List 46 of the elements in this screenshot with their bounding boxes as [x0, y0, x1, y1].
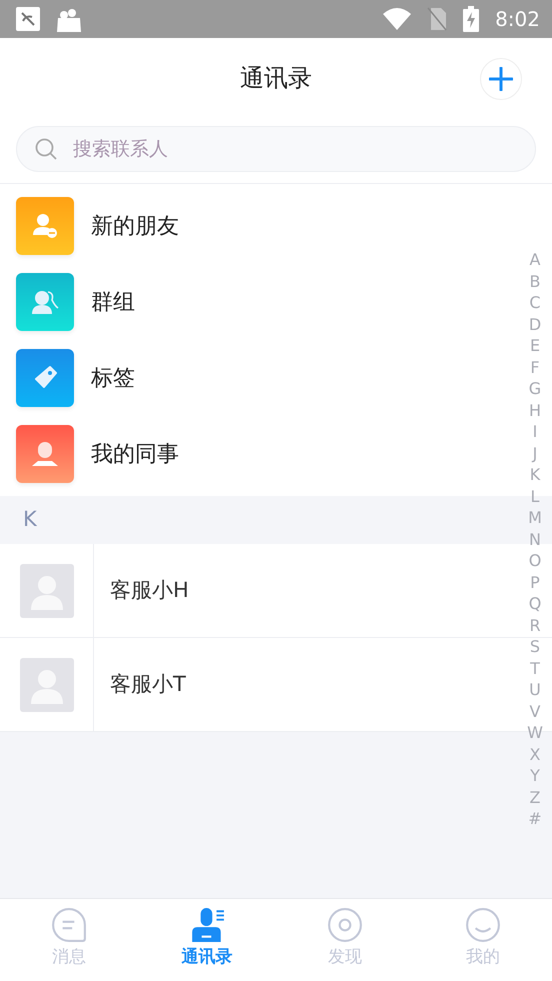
tab-me[interactable]: 我的 — [414, 899, 552, 981]
index-letter[interactable]: J — [527, 442, 543, 464]
index-letter[interactable]: D — [527, 314, 543, 335]
chat-bubble-icon — [51, 907, 87, 943]
index-letter[interactable]: M — [527, 507, 543, 528]
index-letter[interactable]: U — [527, 679, 543, 700]
index-letter[interactable]: Z — [527, 786, 543, 808]
tab-contacts[interactable]: 通讯录 — [138, 899, 276, 981]
index-letter[interactable]: P — [527, 572, 543, 593]
index-letter[interactable]: Y — [527, 765, 543, 786]
index-letter[interactable]: # — [527, 808, 543, 830]
index-letter[interactable]: T — [527, 658, 543, 679]
tab-messages[interactable]: 消息 — [0, 899, 138, 981]
battery-charging-icon — [463, 6, 480, 32]
index-letter[interactable]: G — [527, 378, 543, 400]
index-letter[interactable]: O — [527, 550, 543, 572]
tab-discover[interactable]: 发现 — [276, 899, 414, 981]
avatar-icon — [20, 658, 74, 712]
search-icon — [35, 138, 57, 160]
index-letter[interactable]: V — [527, 700, 543, 722]
index-letter[interactable]: S — [527, 636, 543, 658]
search-field[interactable]: 搜索联系人 — [16, 126, 536, 172]
smiley-icon — [465, 907, 501, 943]
section-letter: K — [23, 506, 37, 534]
no-sim-icon — [427, 7, 448, 31]
index-letter[interactable]: R — [527, 614, 543, 636]
index-letter[interactable]: Q — [527, 593, 543, 614]
page-title: 通讯录 — [240, 63, 312, 94]
target-icon — [327, 907, 363, 943]
index-letter[interactable]: F — [527, 356, 543, 378]
status-time: 8:02 — [495, 6, 540, 33]
wifi-icon — [383, 8, 412, 30]
index-letter[interactable]: X — [527, 744, 543, 765]
avatar-icon — [20, 564, 74, 618]
contact-card-icon — [189, 907, 225, 943]
index-letter[interactable]: K — [527, 464, 543, 486]
people-icon — [16, 273, 74, 331]
index-letter[interactable]: B — [527, 270, 543, 292]
add-button[interactable] — [480, 58, 522, 100]
person-icon — [16, 425, 74, 483]
plus-icon — [489, 67, 513, 91]
person-minus-icon — [16, 197, 74, 255]
index-letter[interactable]: C — [527, 292, 543, 314]
tag-icon — [16, 349, 74, 407]
index-letter[interactable]: I — [527, 421, 543, 442]
notification-icon — [16, 7, 40, 31]
